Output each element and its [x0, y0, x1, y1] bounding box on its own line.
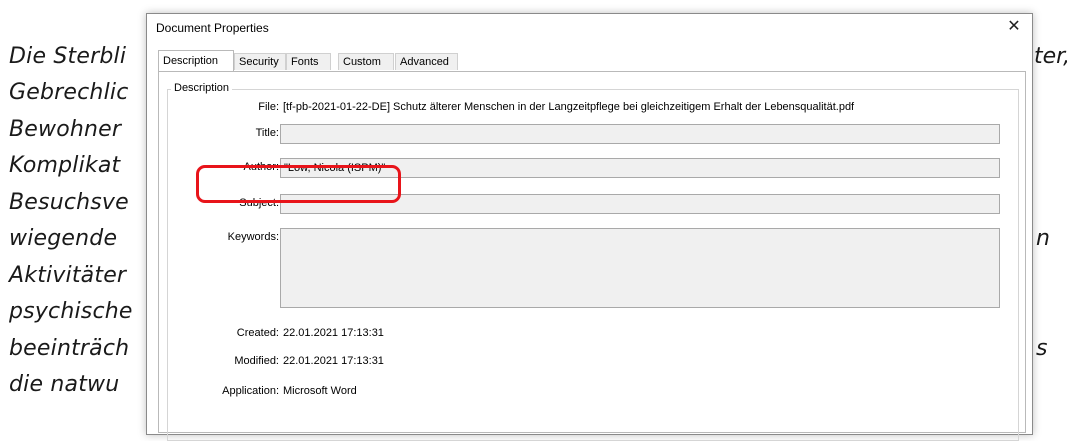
modified-label: Modified:: [234, 355, 279, 367]
tab-fonts[interactable]: Fonts: [286, 53, 331, 70]
group-label: Description: [171, 82, 233, 94]
file-value: [tf-pb-2021-01-22-DE] Schutz älterer Men…: [283, 101, 855, 113]
application-label: Application:: [222, 385, 279, 397]
tab-security[interactable]: Security: [234, 53, 286, 70]
document-text-line: Die Sterbli: [9, 44, 127, 69]
document-text-line: die natwu: [9, 372, 120, 397]
title-label: Title:: [255, 127, 279, 139]
keywords-field[interactable]: [280, 228, 1000, 308]
title-field[interactable]: [280, 124, 1000, 144]
document-text-line: wiegende: [9, 226, 118, 251]
tab-custom[interactable]: Custom: [338, 53, 394, 70]
document-text-fragment: ter,: [1034, 44, 1067, 69]
description-panel: Description File: [tf-pb-2021-01-22-DE] …: [158, 71, 1026, 441]
document-text-line: Komplikat: [9, 153, 121, 178]
document-text-line: Besuchsve: [9, 190, 129, 215]
document-text-line: Bewohner: [9, 117, 122, 142]
document-text-line: beeinträch: [9, 336, 130, 361]
author-highlight-annotation: [196, 165, 401, 203]
created-value: 22.01.2021 17:13:31: [283, 327, 384, 339]
document-text-fragment: s: [1036, 336, 1048, 361]
modified-value: 22.01.2021 17:13:31: [283, 355, 384, 367]
document-text-fragment: n: [1036, 226, 1050, 251]
close-icon[interactable]: ✕: [1002, 16, 1026, 38]
document-properties-dialog: Document Properties ✕ Description Securi…: [146, 13, 1033, 441]
tab-advanced[interactable]: Advanced: [395, 53, 458, 70]
document-text-line: Aktivitäter: [9, 263, 127, 288]
tab-description[interactable]: Description: [158, 50, 234, 72]
file-label: File:: [258, 101, 279, 113]
document-text-line: Gebrechlic: [9, 80, 129, 105]
keywords-label: Keywords:: [227, 231, 279, 243]
application-value: Microsoft Word: [283, 385, 357, 397]
created-label: Created:: [236, 327, 279, 339]
dialog-title: Document Properties: [156, 21, 269, 35]
dialog-titlebar[interactable]: Document Properties ✕: [147, 14, 1032, 42]
document-text-line: psychische: [9, 299, 133, 324]
